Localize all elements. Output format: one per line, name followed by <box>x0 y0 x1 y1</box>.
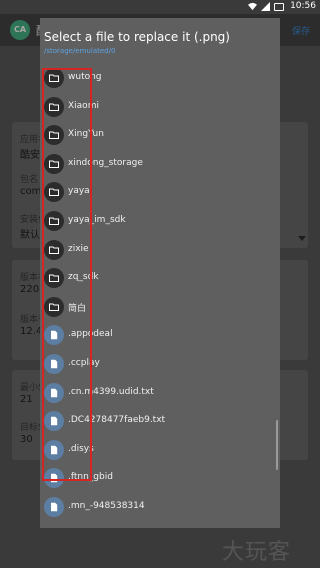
dialog-title: Select a file to replace it (.png) <box>44 30 230 44</box>
file-icon <box>44 497 64 517</box>
battery-icon <box>274 2 284 11</box>
dialog-header: Select a file to replace it (.png) /stor… <box>40 18 280 58</box>
status-bar: 10:56 <box>0 0 320 14</box>
watermark: 大玩客 <box>222 540 292 565</box>
signal-icon <box>261 2 270 11</box>
item-name: .mn_-948538314 <box>68 501 145 511</box>
file-item[interactable]: .mn_-948538314 <box>40 493 280 521</box>
annotation-highlight-box <box>42 68 92 481</box>
wifi-icon <box>248 2 257 11</box>
status-icons <box>248 2 284 11</box>
list-scrollbar[interactable] <box>276 420 278 470</box>
current-path: /storage/emulated/0 <box>44 47 116 55</box>
status-time: 10:56 <box>290 1 316 11</box>
